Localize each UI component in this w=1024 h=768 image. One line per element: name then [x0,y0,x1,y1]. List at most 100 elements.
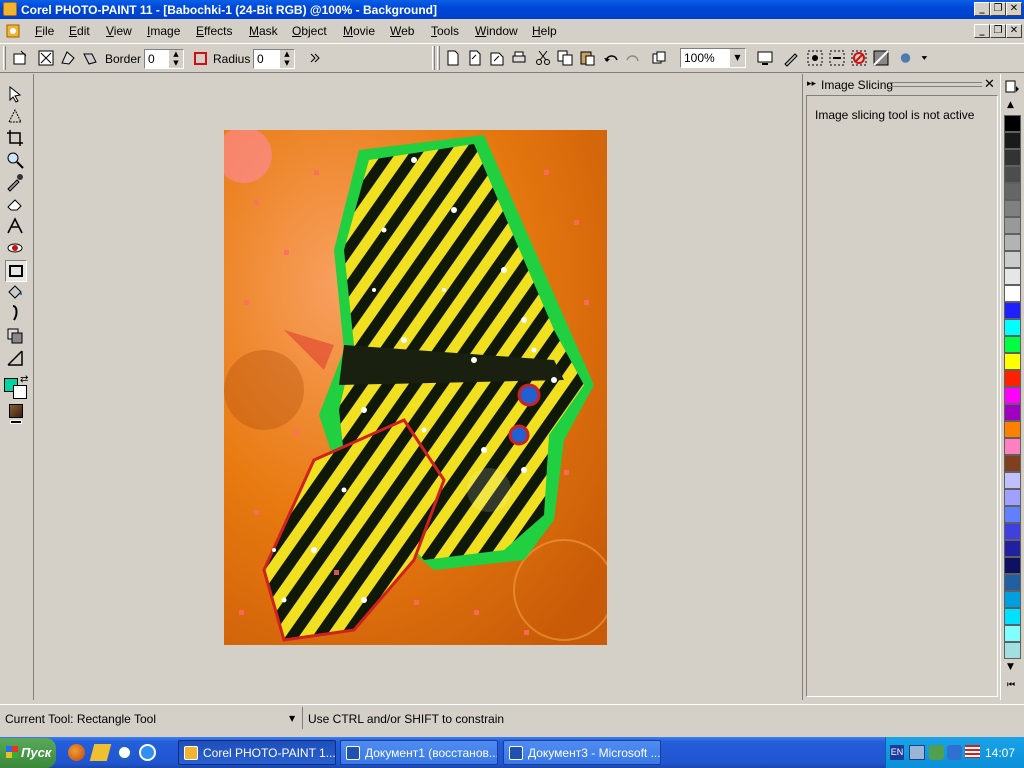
menu-help[interactable]: Help [532,24,557,38]
menu-movie[interactable]: Movie [343,24,375,38]
menu-mask[interactable]: Mask [249,24,278,38]
menu-web[interactable]: Web [390,24,414,38]
palette-menu-icon[interactable] [1005,80,1020,95]
palette-swatch[interactable] [1004,166,1021,183]
stepper-arrows-icon[interactable]: ▲ ▼ [280,50,294,68]
palette-swatch[interactable] [1004,489,1021,506]
default-colors-icon[interactable] [10,420,22,424]
redo-icon[interactable] [623,48,643,68]
cut-icon[interactable] [533,48,553,68]
palette-swatch[interactable] [1004,336,1021,353]
palette-swatch[interactable] [1004,115,1021,132]
clone-tool-icon[interactable] [5,348,27,370]
document-icon[interactable] [5,23,21,39]
palette-swatch[interactable] [1004,591,1021,608]
menu-window[interactable]: Window [475,24,518,38]
rectangle-tool-icon[interactable] [5,260,27,282]
palette-swatch[interactable] [1004,234,1021,251]
paper-color-swatch[interactable] [9,404,23,418]
palette-swatch[interactable] [1004,251,1021,268]
toolbar-grip[interactable] [432,46,435,70]
palette-swatch[interactable] [1004,353,1021,370]
mask-remove-icon[interactable] [849,48,869,68]
palette-swatch[interactable] [1004,608,1021,625]
effect-tool-icon[interactable] [5,326,27,348]
security-icon[interactable] [947,745,962,760]
copy-icon[interactable] [555,48,575,68]
doc-close-icon[interactable]: ✕ [1006,24,1022,38]
media-player-icon[interactable] [116,744,133,761]
taskbar-task[interactable]: Corel PHOTO-PAINT 1... [178,740,336,765]
mode-add-icon[interactable] [58,48,78,68]
palette-swatch[interactable] [1004,523,1021,540]
paste-icon[interactable] [577,48,597,68]
internet-explorer-icon[interactable] [139,744,156,761]
network-icon[interactable] [909,745,925,760]
palette-end-icon[interactable]: ⏮ [1007,680,1015,690]
undo-icon[interactable] [601,48,621,68]
menu-file[interactable]: File [35,24,54,38]
palette-swatch[interactable] [1004,472,1021,489]
new-object-icon[interactable] [10,48,30,68]
docker-collapse-icon[interactable]: ▸▸ [807,79,816,89]
docker-grip[interactable] [888,82,982,87]
doc-restore-icon[interactable]: ❐ [990,24,1006,38]
eraser-tool-icon[interactable] [5,194,27,216]
palette-swatch[interactable] [1004,540,1021,557]
text-tool-icon[interactable] [5,216,27,238]
secondary-color-swatch[interactable] [13,385,27,399]
menu-view[interactable]: View [106,24,132,38]
import-icon[interactable] [487,48,507,68]
radius-stepper[interactable]: 0 ▲ ▼ [253,49,295,69]
mask-show-icon[interactable] [805,48,825,68]
palette-swatch[interactable] [1004,370,1021,387]
mask-overlay-icon[interactable] [871,48,891,68]
swap-colors-icon[interactable]: ⇄ [20,374,28,385]
palette-swatch[interactable] [1004,149,1021,166]
language-indicator[interactable]: EN [890,745,904,760]
palette-swatch[interactable] [1004,217,1021,234]
border-stepper[interactable]: 0 ▲ ▼ [144,49,184,69]
palette-scroll-down-icon[interactable]: ▼ [1007,662,1014,672]
palette-swatch[interactable] [1004,455,1021,472]
palette-swatch[interactable] [1004,268,1021,285]
palette-swatch[interactable] [1004,132,1021,149]
zoom-tool-icon[interactable] [5,150,27,172]
status-dropdown-icon[interactable]: ▼ [289,714,295,723]
brush-icon[interactable] [781,48,801,68]
palette-swatch[interactable] [1004,557,1021,574]
menu-edit[interactable]: Edit [69,24,90,38]
launch-icon[interactable] [649,48,669,68]
chevron-down-icon[interactable]: ▼ [730,49,745,67]
palette-swatch[interactable] [1004,625,1021,642]
crop-tool-icon[interactable] [5,128,27,150]
mask-transform-icon[interactable] [5,106,27,128]
firefox-icon[interactable] [68,744,85,761]
full-screen-icon[interactable] [755,48,775,68]
palette-scroll-up-icon[interactable]: ▲ [1007,100,1014,110]
mode-subtract-icon[interactable] [80,48,100,68]
red-eye-icon[interactable] [5,238,27,260]
zoom-level-select[interactable]: 100% ▼ [680,48,746,68]
close-icon[interactable]: ✕ [1006,2,1022,16]
maximize-icon[interactable]: ❐ [990,2,1006,16]
palette-swatch[interactable] [1004,302,1021,319]
palette-swatch[interactable] [1004,387,1021,404]
palette-swatch[interactable] [1004,421,1021,438]
paint-tool-icon[interactable] [5,304,27,326]
menu-tools[interactable]: Tools [431,24,459,38]
toolbar-grip[interactable] [437,46,440,70]
taskbar-task[interactable]: Документ1 (восстанов... [340,740,498,765]
open-icon[interactable] [465,48,485,68]
more-options-icon[interactable] [305,48,325,68]
palette-swatch[interactable] [1004,183,1021,200]
palette-swatch[interactable] [1004,438,1021,455]
start-button[interactable]: Пуск [0,738,56,768]
menu-image[interactable]: Image [147,24,180,38]
menu-object[interactable]: Object [292,24,327,38]
palette-swatch[interactable] [1004,200,1021,217]
palette-swatch[interactable] [1004,506,1021,523]
docker-close-icon[interactable]: ✕ [984,77,995,92]
stepper-arrows-icon[interactable]: ▲ ▼ [169,50,183,68]
tray-app-icon[interactable] [929,745,944,760]
